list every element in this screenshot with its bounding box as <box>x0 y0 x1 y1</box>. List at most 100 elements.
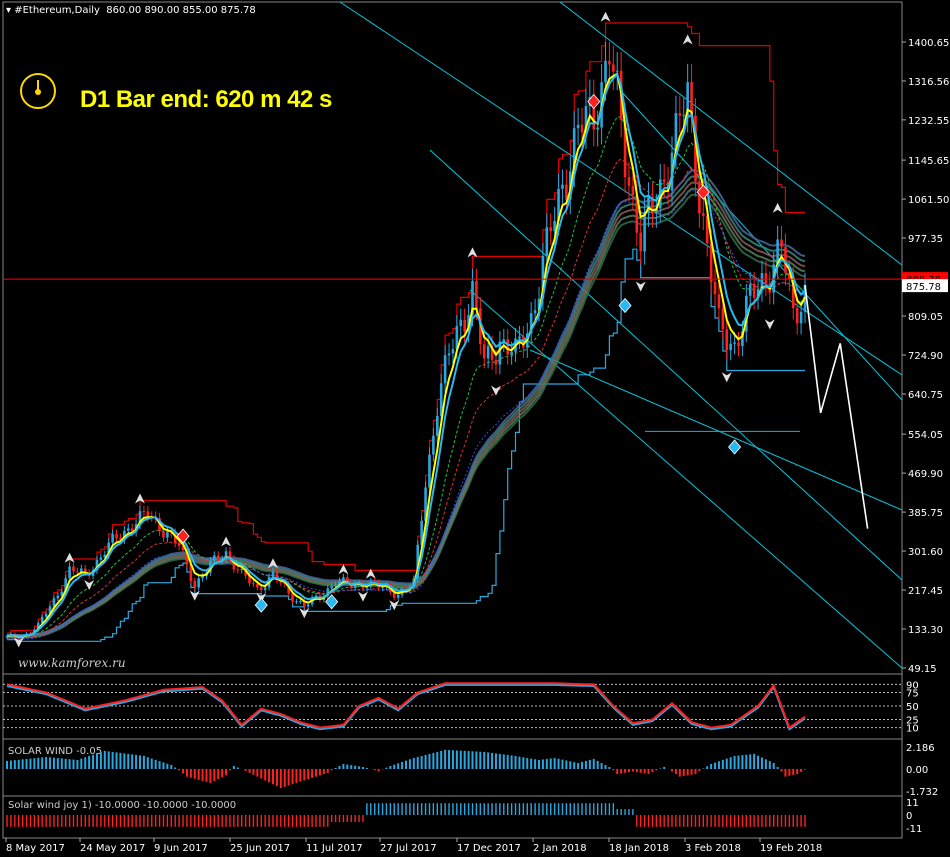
candle-body <box>240 568 244 570</box>
candle-body <box>76 571 79 573</box>
y-axis-label: 554.05 <box>908 430 943 441</box>
candle-body <box>99 557 103 560</box>
candle-body <box>576 124 580 129</box>
candle-body <box>764 273 768 284</box>
candle-body <box>643 212 646 252</box>
candle-body <box>701 213 705 216</box>
candle-body <box>213 555 216 561</box>
x-axis-label: 27 Jul 2017 <box>380 843 437 854</box>
candle-body <box>197 578 200 588</box>
stoch-red-line <box>6 682 806 730</box>
candle-body <box>698 181 701 214</box>
candle-body <box>561 184 564 189</box>
candle-body <box>494 359 498 365</box>
candle-body <box>604 60 607 83</box>
fractal-up-arrow <box>600 11 611 22</box>
osc-level-label: 10 <box>906 724 919 735</box>
candle-body <box>486 346 490 359</box>
slow-ma-dashed-line <box>6 189 806 640</box>
candle-body <box>682 115 686 117</box>
candle-body <box>443 355 447 384</box>
osc-level-label: 50 <box>906 702 919 713</box>
candle-body <box>733 342 736 344</box>
fractal-up-arrow <box>772 202 783 213</box>
trend-line <box>469 289 903 669</box>
fractal-down-arrow <box>84 580 95 591</box>
candle-body <box>627 177 631 186</box>
y-axis-label: 640.75 <box>908 390 943 401</box>
candle-body <box>263 587 267 590</box>
x-axis-label: 25 Jun 2017 <box>230 843 290 854</box>
x-axis-label: 18 Jan 2018 <box>609 843 669 854</box>
candle-body <box>299 601 302 603</box>
signal-diamond <box>254 597 268 613</box>
slow-ma-ribbon-line <box>6 187 806 638</box>
solar-wind-axis-label: 2.186 <box>906 743 935 754</box>
candle-body <box>725 329 729 351</box>
candle-body <box>68 566 71 579</box>
y-axis-label: 1400.65 <box>908 38 949 49</box>
slow-ma-ribbon-line <box>6 169 806 636</box>
stoch-blue-line <box>6 683 806 731</box>
candle-body <box>142 511 146 513</box>
triangle-down-icon[interactable]: ▾ <box>6 5 14 16</box>
watermark: www.kamforex.ru <box>18 656 126 670</box>
chart-title: #Ethereum,Daily 860.00 890.00 855.00 875… <box>14 5 256 16</box>
candle-body <box>799 311 803 324</box>
y-axis-label: 1316.56 <box>908 77 949 88</box>
osc-level-label: 75 <box>906 689 919 700</box>
candle-body <box>482 344 486 359</box>
solar-wind-axis-label: -1.732 <box>906 787 938 798</box>
candle-body <box>463 319 466 332</box>
y-axis-label: 301.60 <box>908 547 943 558</box>
candle-body <box>678 113 682 116</box>
trend-line <box>529 349 903 511</box>
x-axis-label: 17 Dec 2017 <box>457 843 521 854</box>
slow-ma-ribbon-line <box>6 181 806 638</box>
candle-body <box>451 349 455 354</box>
candle-body <box>518 336 521 339</box>
candle-body <box>721 308 725 330</box>
candle-body <box>72 566 75 572</box>
y-axis-label: 133.30 <box>908 625 943 636</box>
candle-body <box>111 534 114 543</box>
candle-body <box>475 281 478 309</box>
upper-channel-line <box>7 22 805 634</box>
y-axis-label: 1145.65 <box>908 156 949 167</box>
candle-body <box>381 586 384 588</box>
fast-ma-blue-line <box>6 72 806 638</box>
fractal-down-arrow <box>764 319 775 330</box>
candle-body <box>56 595 60 599</box>
fractal-down-arrow <box>357 591 368 602</box>
candle-body <box>447 353 451 356</box>
fractal-down-arrow <box>721 372 732 383</box>
solar-wind-joy-axis-label: 0 <box>906 811 912 822</box>
slow-ma-ribbon-line <box>6 193 806 639</box>
fractal-up-arrow <box>682 34 693 45</box>
solar-wind-label: SOLAR WIND -0.05 <box>8 746 102 757</box>
projection-zigzag-line <box>804 284 869 529</box>
candle-body <box>126 528 130 531</box>
candle-body <box>271 571 275 577</box>
candle-body <box>795 308 799 324</box>
candle-body <box>752 284 756 298</box>
x-axis-label: 11 Jul 2017 <box>306 843 363 854</box>
candle-body <box>432 435 435 455</box>
fractal-up-arrow <box>338 564 349 575</box>
candle-body <box>459 319 463 326</box>
y-axis-label: 217.45 <box>908 586 943 597</box>
candle-body <box>435 415 439 436</box>
clock-icon <box>20 73 56 109</box>
y-axis-label: 809.05 <box>908 312 943 323</box>
candle-body <box>334 584 337 587</box>
candle-body <box>330 586 333 589</box>
trading-chart[interactable]: 1400.65 1316.56 1232.55 1145.65 1061.50 977.3… <box>0 0 950 857</box>
candle-body <box>549 227 553 232</box>
candle-body <box>162 531 165 538</box>
fractal-down-arrow <box>635 281 646 292</box>
y-axis-label: 385.75 <box>908 508 943 519</box>
candle-body <box>545 227 549 256</box>
chart-frame <box>2 1 903 839</box>
candle-body <box>510 351 513 355</box>
candle-body <box>291 593 294 602</box>
